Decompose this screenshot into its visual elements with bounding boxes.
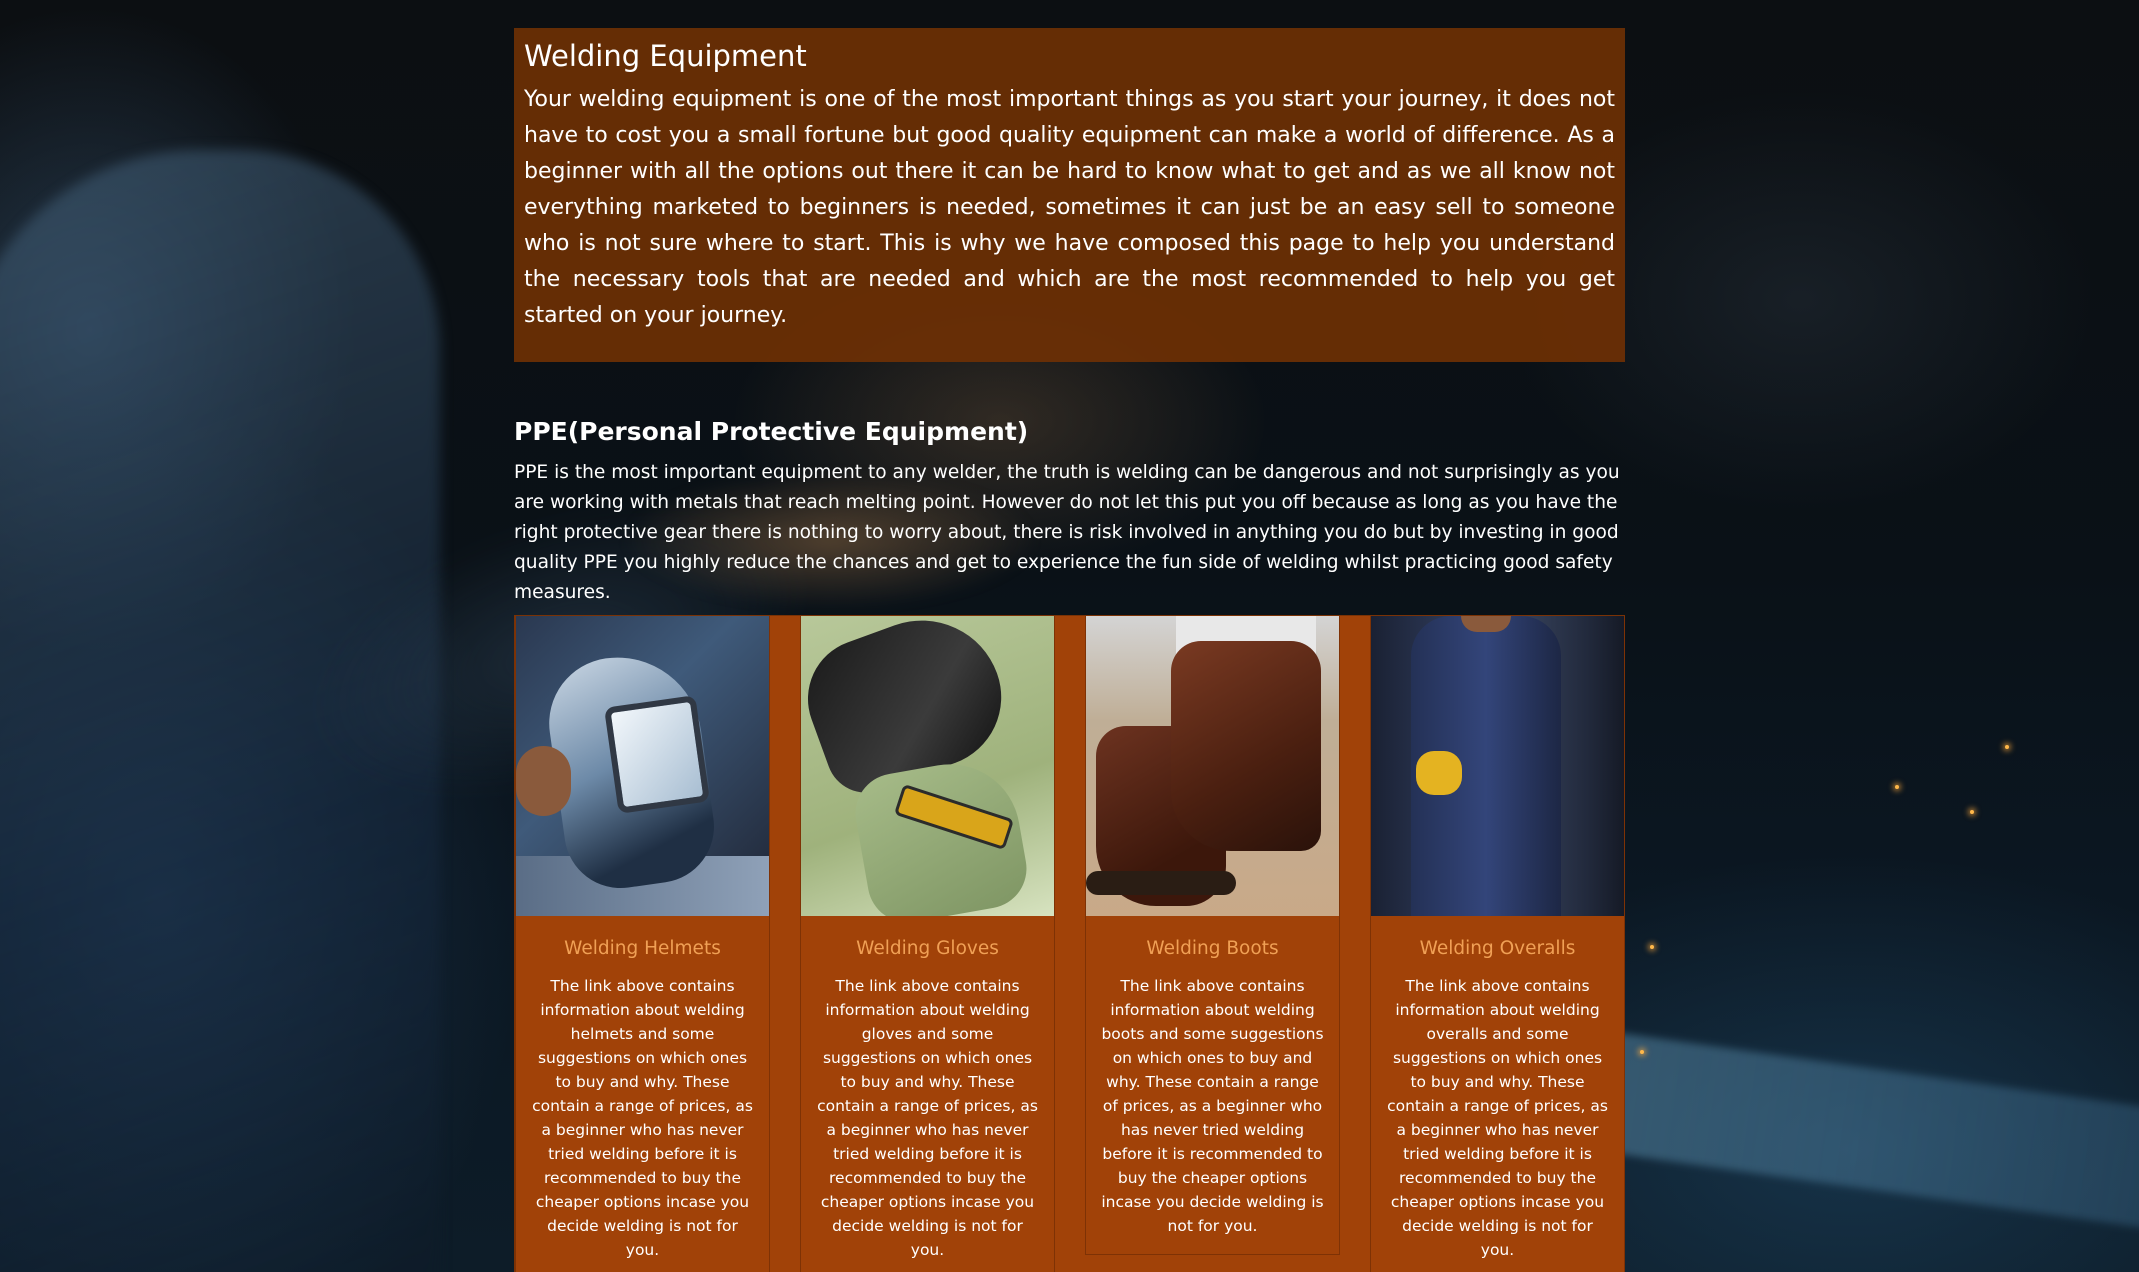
welding-gloves-image[interactable] <box>801 616 1054 916</box>
ppe-text: PPE is the most important equipment to a… <box>514 462 1620 603</box>
card-description: The link above contains information abou… <box>1387 977 1608 1259</box>
ppe-section: PPE(Personal Protective Equipment) PPE i… <box>514 414 1625 608</box>
background-spark <box>1640 1050 1644 1054</box>
welding-boots-image[interactable] <box>1086 616 1339 916</box>
card-title: Welding Gloves <box>856 938 999 959</box>
welding-helmet-image[interactable] <box>516 616 769 916</box>
card-description: The link above contains information abou… <box>817 977 1038 1259</box>
background-spark <box>1650 945 1654 949</box>
card-title: Welding Boots <box>1146 938 1279 959</box>
intro-text: Your welding equipment is one of the mos… <box>524 87 1615 328</box>
card-welding-helmets: Welding Helmets The link above contains … <box>515 616 770 1272</box>
main-content: Welding Equipment Your welding equipment… <box>514 28 1625 608</box>
ppe-heading: PPE(Personal Protective Equipment) <box>514 417 1029 446</box>
card-title: Welding Overalls <box>1419 938 1576 959</box>
background-workbench <box>1595 1031 2139 1249</box>
equipment-cards: Welding Helmets The link above contains … <box>514 615 1625 1272</box>
background-spark <box>1895 785 1899 789</box>
card-welding-overalls: Welding Overalls The link above contains… <box>1370 616 1625 1272</box>
card-description: The link above contains information abou… <box>1101 977 1324 1235</box>
background-spark <box>1970 810 1974 814</box>
intro-panel: Welding Equipment Your welding equipment… <box>514 28 1625 362</box>
page-title: Welding Equipment <box>524 39 807 73</box>
welding-overalls-image[interactable] <box>1371 616 1624 916</box>
card-welding-boots: Welding Boots The link above contains in… <box>1085 616 1340 1255</box>
background-spark <box>2005 745 2009 749</box>
card-description: The link above contains information abou… <box>532 977 753 1259</box>
card-title: Welding Helmets <box>564 938 721 959</box>
card-welding-gloves: Welding Gloves The link above contains i… <box>800 616 1055 1272</box>
